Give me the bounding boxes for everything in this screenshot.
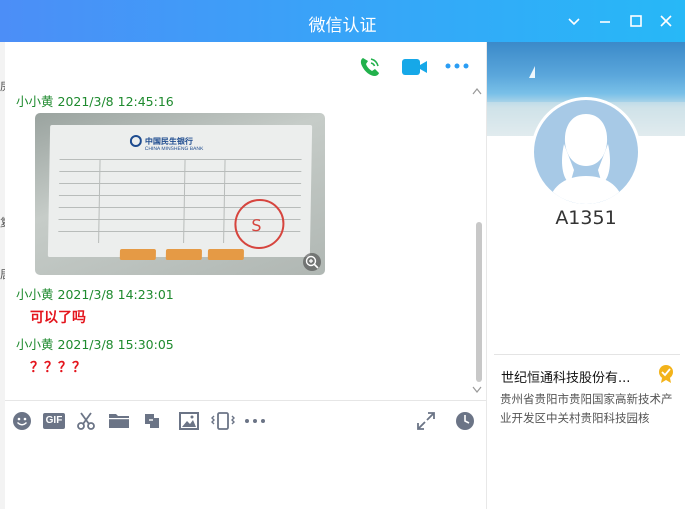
scroll-up-icon[interactable] <box>472 87 482 95</box>
minimize-icon[interactable] <box>596 12 614 30</box>
more-icon[interactable] <box>243 411 267 431</box>
image-message[interactable]: 中国民生银行 CHINA MINSHENG BANK S <box>35 113 325 275</box>
bank-name-en: CHINA MINSHENG BANK <box>144 146 204 152</box>
more-options-icon[interactable] <box>445 62 469 70</box>
scrollbar-thumb[interactable] <box>476 222 482 382</box>
rotate-icon[interactable] <box>142 411 162 431</box>
chat-panel: 小小黄 2021/3/8 12:45:16 中国民生银行 CHINA MINSH… <box>5 42 486 509</box>
bank-logo-icon <box>129 135 142 147</box>
sender-name: 小小黄 <box>16 287 54 302</box>
image-icon[interactable] <box>178 411 200 431</box>
message-header: 小小黄 2021/3/8 14:23:01 <box>16 284 174 303</box>
zoom-in-icon[interactable] <box>303 253 321 271</box>
svg-text:S: S <box>251 216 261 235</box>
bank-document-image: 中国民生银行 CHINA MINSHENG BANK S <box>47 125 313 260</box>
verified-badge-icon <box>659 365 673 383</box>
divider <box>494 354 680 355</box>
message-header: 小小黄 2021/3/8 12:45:16 <box>16 91 174 110</box>
message-time: 2021/3/8 14:23:01 <box>57 287 174 302</box>
company-address: 贵州省贵阳市贵阳国家高新技术产业开发区中关村贵阳科技园核 <box>500 392 673 425</box>
folder-icon[interactable] <box>108 411 130 431</box>
history-clock-icon[interactable] <box>455 411 475 431</box>
scroll-down-icon[interactable] <box>472 386 482 394</box>
input-divider <box>5 400 486 401</box>
chevron-down-icon[interactable] <box>565 12 583 30</box>
avatar[interactable] <box>531 97 641 207</box>
message-time: 2021/3/8 15:30:05 <box>57 337 174 352</box>
phone-vibrate-icon[interactable] <box>210 411 236 431</box>
video-call-icon[interactable] <box>401 56 429 78</box>
message-header: 小小黄 2021/3/8 15:30:05 <box>16 334 174 353</box>
title-bar: 微信认证 <box>0 0 685 42</box>
sender-name: 小小黄 <box>16 337 54 352</box>
message-text: 可以了吗 <box>30 310 86 326</box>
close-icon[interactable] <box>657 12 675 30</box>
red-seal-stamp: S <box>233 199 285 249</box>
scissors-icon[interactable] <box>76 411 96 431</box>
maximize-icon[interactable] <box>627 12 645 30</box>
contact-profile-panel: A1351 世纪恒通科技股份有... 贵州省贵阳市贵阳国家高新技术产业开发区中关… <box>486 42 685 509</box>
voice-call-icon[interactable] <box>357 54 383 80</box>
emoji-icon[interactable] <box>12 411 32 431</box>
gif-icon[interactable]: GIF <box>43 413 65 429</box>
sender-name: 小小黄 <box>16 94 54 109</box>
message-input-area[interactable] <box>5 437 486 509</box>
contact-name: A1351 <box>555 207 617 229</box>
expand-icon[interactable] <box>416 411 436 431</box>
message-text: ？？？？ <box>30 360 86 376</box>
company-name: 世纪恒通科技股份有... <box>501 371 631 386</box>
message-time: 2021/3/8 12:45:16 <box>57 94 174 109</box>
